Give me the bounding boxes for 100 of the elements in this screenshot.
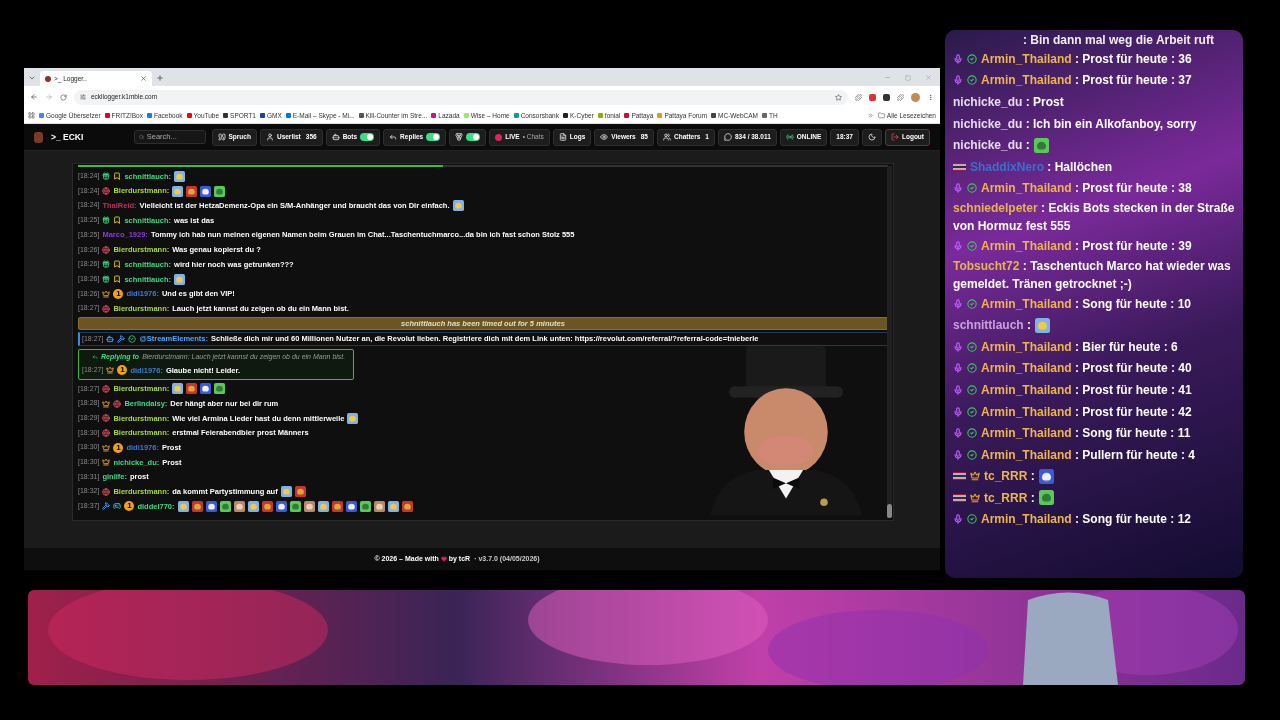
close-icon[interactable] xyxy=(925,74,932,81)
minimize-icon[interactable] xyxy=(884,74,891,81)
globe-icon xyxy=(102,245,111,254)
microphone-icon xyxy=(953,75,963,86)
chat-message: Tobsucht72 : Taschentuch Marco hat wieder was gemeldet. Tränen getrocknet ;-) xyxy=(953,257,1232,293)
globe-icon xyxy=(102,304,111,313)
reply-icon xyxy=(92,353,98,360)
chat-message: Armin_Thailand : Prost für heute : 41 xyxy=(981,381,1192,399)
microphone-icon xyxy=(953,363,963,374)
crown-icon xyxy=(102,458,111,467)
crown-icon xyxy=(106,366,115,375)
chat-message: Armin_Thailand : Song für heute : 10 xyxy=(981,295,1192,313)
globe-icon xyxy=(102,414,111,423)
theme-button[interactable] xyxy=(861,128,882,146)
signal-icon xyxy=(785,133,794,141)
gamepad-icon xyxy=(113,502,122,511)
user-icon xyxy=(265,133,274,141)
chat-message: tc_RRR : xyxy=(984,468,1035,486)
globe-icon xyxy=(102,487,111,496)
microphone-icon xyxy=(953,298,963,309)
apps-icon[interactable] xyxy=(28,112,35,119)
microphone-icon xyxy=(953,384,963,395)
coin-badge: 1 xyxy=(117,365,128,376)
moon-icon xyxy=(867,133,876,141)
gift-icon xyxy=(102,260,111,269)
chat-message: Armin_Thailand : Prost für heute : 40 xyxy=(981,360,1192,378)
chat-message: nichicke_du : Prost xyxy=(953,94,1064,111)
new-tab-icon[interactable] xyxy=(156,74,164,82)
app-logo[interactable]: >_ ECKI xyxy=(51,130,84,144)
chat-message: Armin_Thailand : Pullern für heute : 4 xyxy=(981,446,1196,464)
coin-badge: 1 xyxy=(113,288,124,299)
chat-message: : Bin dann mal weg die Arbeit ruft xyxy=(1023,32,1214,49)
microphone-icon xyxy=(953,406,963,417)
chat-message: Armin_Thailand : Prost für heute : 39 xyxy=(981,237,1192,255)
search-icon xyxy=(138,134,144,140)
robot-icon xyxy=(331,133,340,141)
check-icon xyxy=(967,363,977,374)
microphone-icon xyxy=(953,428,963,439)
check-icon xyxy=(967,341,977,352)
toggle-control[interactable] xyxy=(449,128,487,146)
robot-icon xyxy=(106,334,115,343)
chat-message: ShaddixNero : Hallöchen xyxy=(970,158,1113,176)
profile-avatar[interactable] xyxy=(911,92,920,102)
toggle-switch[interactable] xyxy=(360,133,375,141)
quote-icon xyxy=(217,133,226,141)
crown-icon xyxy=(102,399,111,408)
flag-icon xyxy=(953,472,966,481)
bookmark-icon xyxy=(113,216,122,225)
scrollbar[interactable] xyxy=(887,166,892,518)
microphone-icon xyxy=(953,240,963,251)
more-bookmarks-icon[interactable] xyxy=(866,112,874,119)
crown-icon xyxy=(970,492,980,503)
heart-icon xyxy=(440,556,447,562)
gift-icon xyxy=(102,172,111,181)
chat-message: tc_RRR : xyxy=(984,489,1035,507)
close-icon[interactable] xyxy=(140,75,147,82)
toggle-switch[interactable] xyxy=(426,133,441,141)
check-icon xyxy=(967,428,977,439)
crown-icon xyxy=(102,289,111,298)
toggle-switch[interactable] xyxy=(466,133,481,141)
document-icon xyxy=(558,133,567,141)
check-icon xyxy=(967,240,977,251)
microphone-icon xyxy=(953,514,963,525)
coin-badge: 1 xyxy=(113,442,124,453)
site-info-icon[interactable] xyxy=(80,94,86,100)
gift-icon xyxy=(102,275,111,284)
forward-icon[interactable] xyxy=(45,93,53,101)
bookmark-star-icon[interactable] xyxy=(835,93,842,101)
chat-message: nichicke_du : xyxy=(953,137,1030,155)
check-icon xyxy=(967,449,977,460)
microphone-icon xyxy=(953,449,963,460)
tab-list-icon[interactable] xyxy=(28,74,36,82)
medal-icon xyxy=(455,133,464,141)
flag-icon xyxy=(953,162,966,171)
favicon-icon xyxy=(45,75,51,82)
eye-icon xyxy=(600,133,609,141)
hammer-icon xyxy=(102,502,111,511)
reload-icon[interactable] xyxy=(60,93,67,101)
chat-message: schnittlauch : xyxy=(953,317,1032,335)
globe-icon xyxy=(113,399,122,408)
microphone-icon xyxy=(953,341,963,352)
logout-icon xyxy=(890,133,899,141)
crown-icon xyxy=(970,471,980,482)
extensions-icon[interactable] xyxy=(897,93,904,101)
chat-message: schniedelpeter : Eckis Bots stecken in der Straße von Hormuz fest 555 xyxy=(953,200,1235,236)
users-icon xyxy=(663,133,671,141)
globe-icon xyxy=(102,187,111,196)
chat-message: Armin_Thailand : Prost für heute : 37 xyxy=(981,72,1192,90)
back-icon[interactable] xyxy=(30,93,38,101)
check-icon xyxy=(967,406,977,417)
chat-message: nichicke_du : Ich bin ein Alkofanboy, sorry xyxy=(953,115,1197,133)
logo-avatar-icon xyxy=(34,131,43,143)
microphone-icon xyxy=(953,183,963,194)
check-icon xyxy=(967,384,977,395)
chat-message: Armin_Thailand : Prost für heute : 36 xyxy=(981,50,1192,68)
check-icon xyxy=(967,183,977,194)
microphone-icon xyxy=(953,53,963,64)
crown-icon xyxy=(102,443,111,452)
check-icon xyxy=(967,53,977,64)
verified-icon xyxy=(128,334,137,343)
